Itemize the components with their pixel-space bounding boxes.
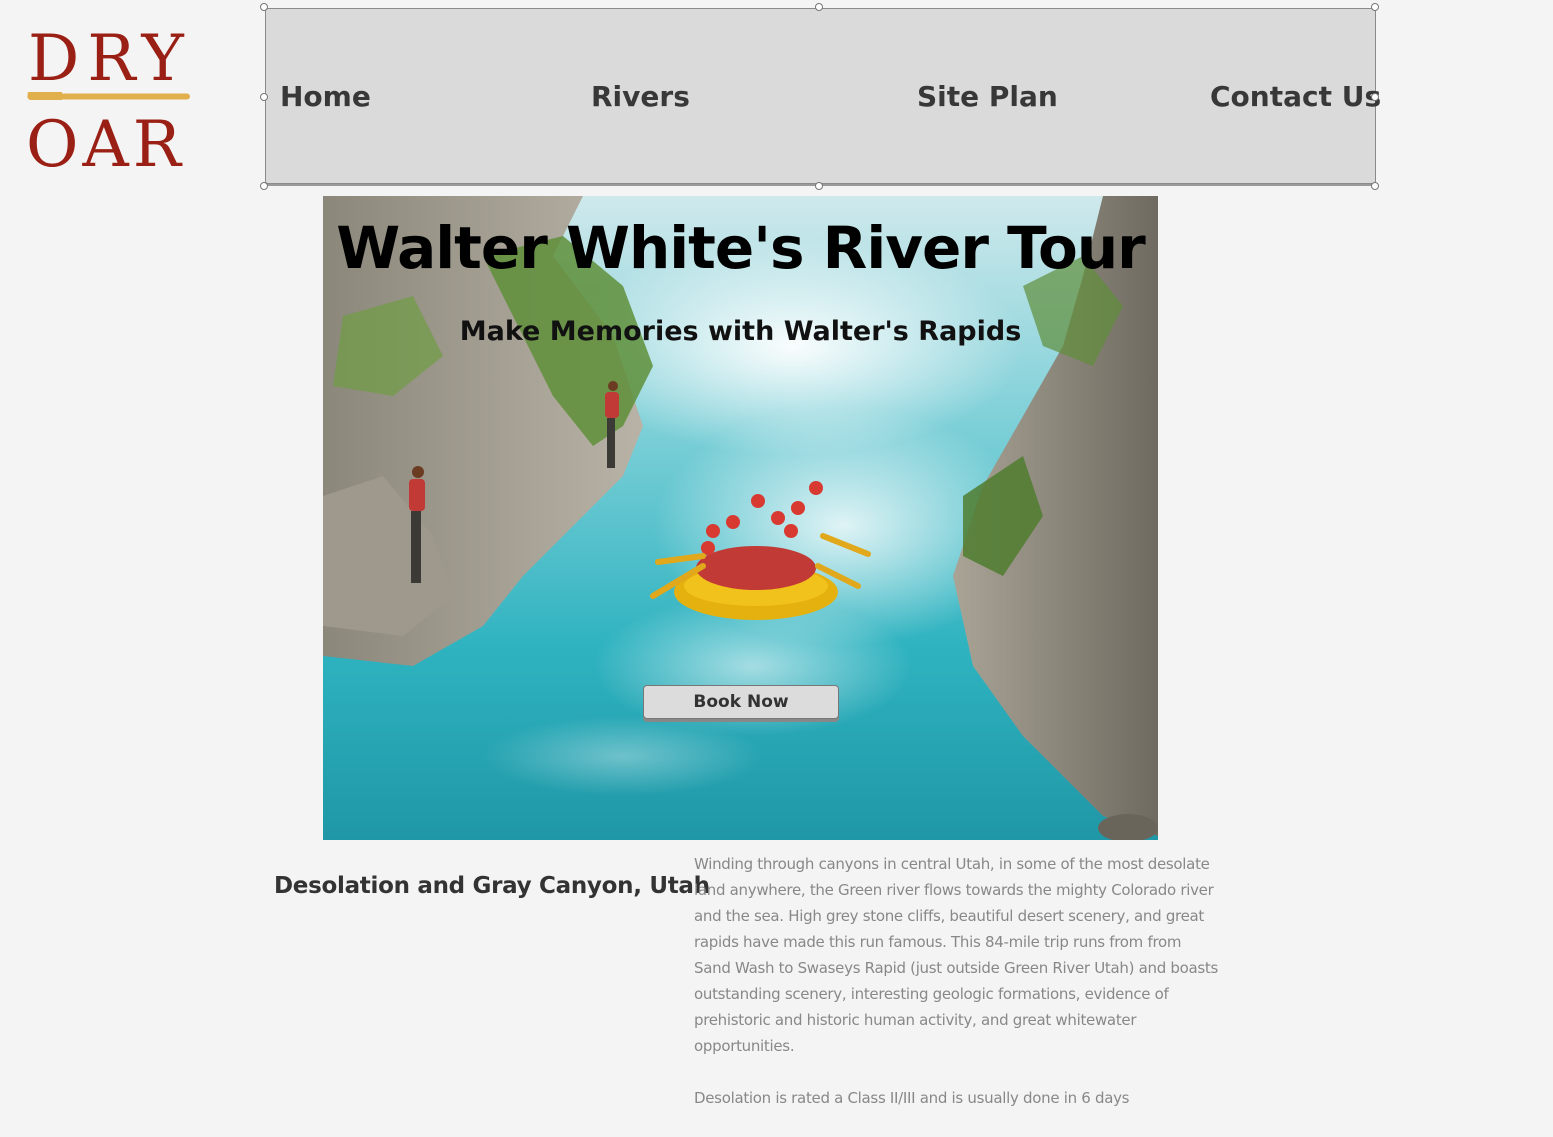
- resize-handle-bottom-center[interactable]: [815, 182, 823, 190]
- book-now-button[interactable]: Book Now: [643, 685, 839, 719]
- nav-site-plan-link[interactable]: Site Plan: [917, 79, 1058, 115]
- resize-handle-bottom-left[interactable]: [260, 182, 268, 190]
- main-navigation: Home Rivers Site Plan Contact Us: [265, 8, 1381, 184]
- nav-home-link[interactable]: Home: [280, 79, 371, 115]
- resize-handle-bottom-right[interactable]: [1371, 182, 1379, 190]
- nav-contact-us-link[interactable]: Contact Us: [1210, 79, 1381, 115]
- class-rating-paragraph: Desolation is rated a Class II/III and i…: [694, 1089, 1130, 1107]
- section-title: Desolation and Gray Canyon, Utah: [274, 873, 710, 899]
- dry-oar-logo[interactable]: DRY OAR: [22, 14, 202, 179]
- hero-banner: Walter White's River Tour Make Memories …: [323, 196, 1158, 840]
- resize-handle-top-left[interactable]: [260, 3, 268, 11]
- resize-handle-middle-right[interactable]: [1371, 93, 1379, 101]
- svg-text:OAR: OAR: [26, 108, 185, 179]
- hero-title: Walter White's River Tour: [336, 214, 1146, 282]
- resize-handle-middle-left[interactable]: [260, 93, 268, 101]
- svg-text:DRY: DRY: [28, 22, 192, 96]
- hero-subtitle: Make Memories with Walter's Rapids: [459, 316, 1022, 347]
- resize-handle-top-center[interactable]: [815, 3, 823, 11]
- description-paragraph: Winding through canyons in central Utah,…: [694, 855, 1218, 1055]
- river-description: Winding through canyons in central Utah,…: [694, 851, 1219, 1137]
- river-rafting-photo: [323, 196, 1158, 840]
- resize-handle-top-right[interactable]: [1371, 3, 1379, 11]
- nav-rivers-link[interactable]: Rivers: [591, 79, 690, 115]
